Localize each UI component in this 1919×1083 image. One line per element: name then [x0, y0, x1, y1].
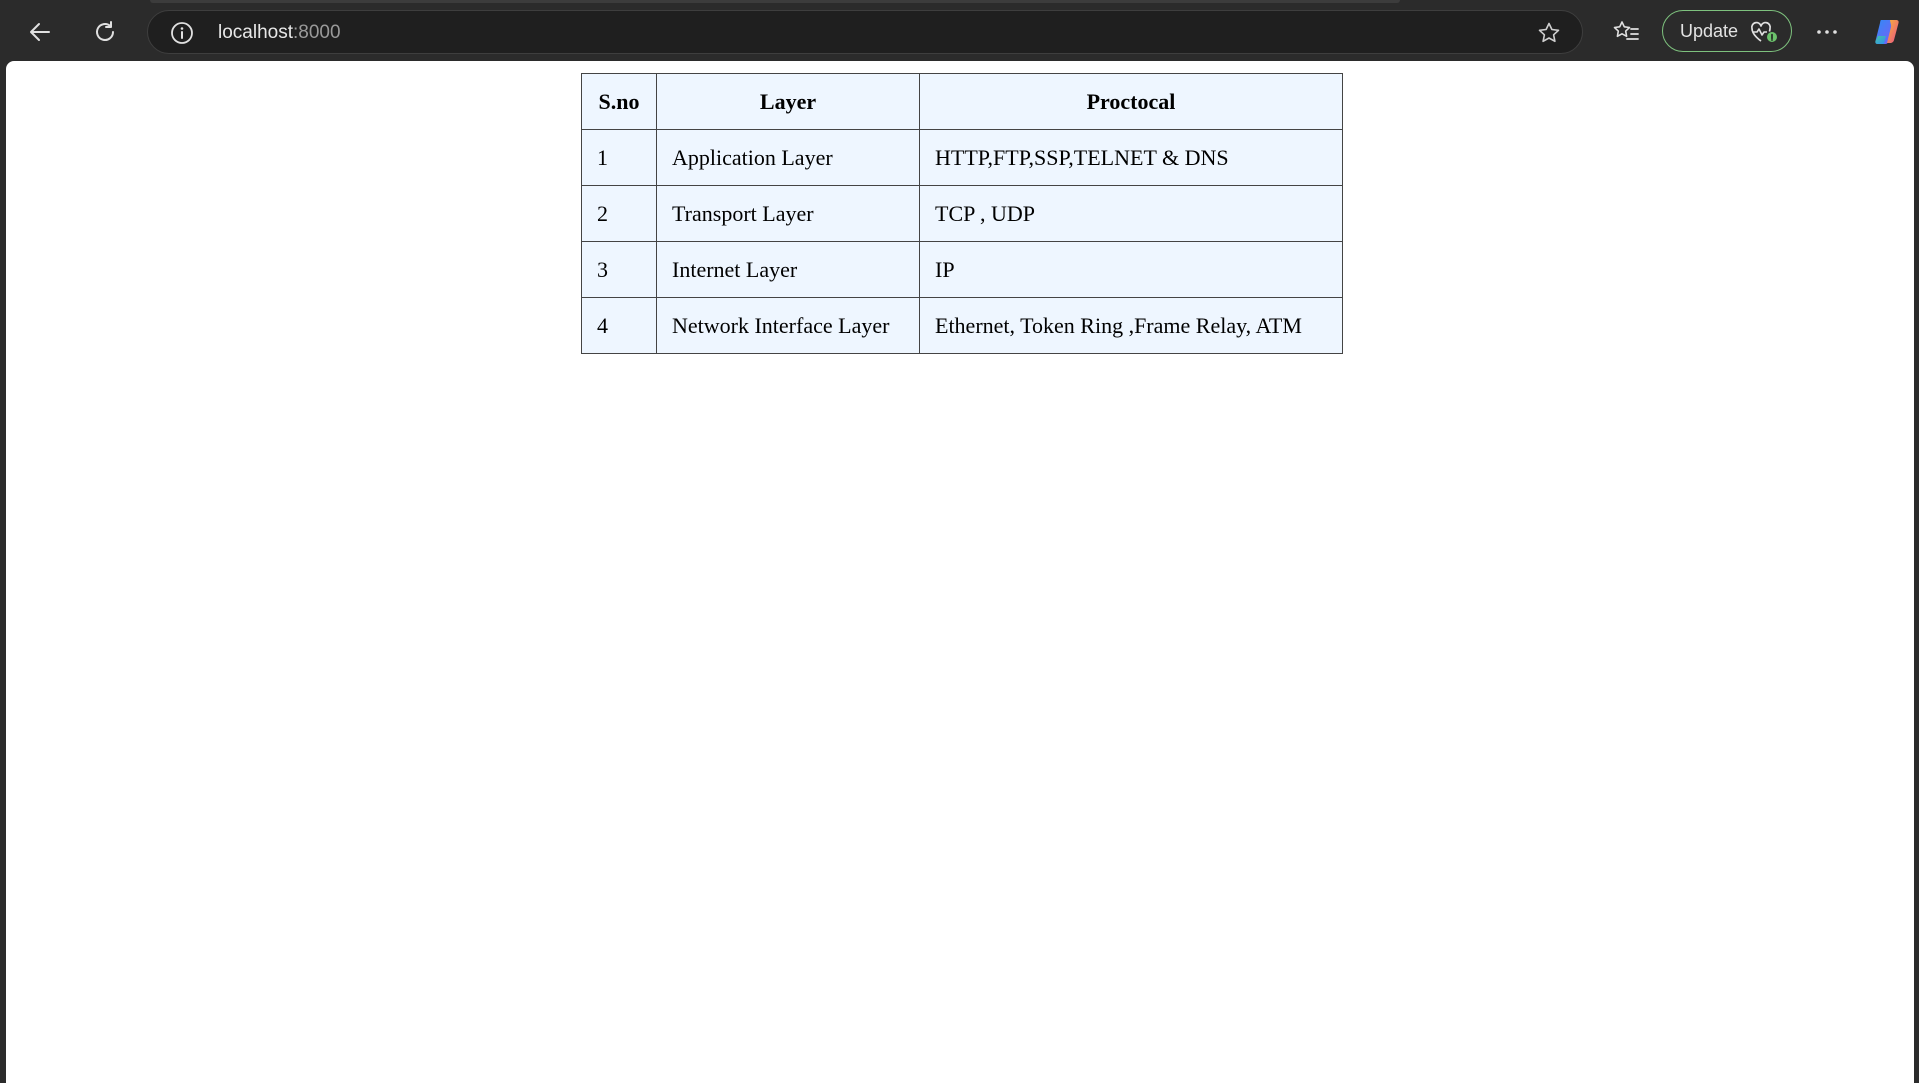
cell-protocol: HTTP,FTP,SSP,TELNET & DNS [919, 129, 1343, 186]
address-bar[interactable]: localhost:8000 [147, 10, 1583, 54]
info-icon[interactable] [170, 21, 194, 45]
cell-sno: 4 [581, 297, 657, 354]
page-viewport: S.no Layer Proctocal 1 Application Layer… [6, 61, 1914, 1083]
column-header-sno: S.no [581, 73, 657, 130]
back-arrow-icon [27, 19, 53, 45]
cell-layer: Transport Layer [656, 185, 920, 242]
copilot-button[interactable] [1866, 10, 1910, 54]
refresh-button[interactable] [83, 10, 127, 54]
url-text[interactable]: localhost:8000 [218, 22, 341, 44]
cell-protocol: Ethernet, Token Ring ,Frame Relay, ATM [919, 297, 1343, 354]
copilot-icon [1872, 16, 1904, 48]
url-port: :8000 [293, 22, 341, 43]
more-icon [1814, 19, 1840, 45]
table-row: 3 Internet Layer IP [581, 241, 1343, 298]
table-row: 2 Transport Layer TCP , UDP [581, 185, 1343, 242]
column-header-layer: Layer [656, 73, 920, 130]
cell-sno: 2 [581, 185, 657, 242]
cell-protocol: TCP , UDP [919, 185, 1343, 242]
table-row: 1 Application Layer HTTP,FTP,SSP,TELNET … [581, 129, 1343, 186]
cell-layer: Internet Layer [656, 241, 920, 298]
cell-sno: 1 [581, 129, 657, 186]
update-button[interactable]: Update [1662, 10, 1792, 52]
column-header-protocol: Proctocal [919, 73, 1343, 130]
health-icon [1749, 20, 1779, 48]
browser-toolbar: localhost:8000 Update [0, 0, 1919, 61]
tab-strip [150, 0, 1400, 3]
table-row: 4 Network Interface Layer Ethernet, Toke… [581, 297, 1343, 354]
cell-layer: Network Interface Layer [656, 297, 920, 354]
cell-layer: Application Layer [656, 129, 920, 186]
browser-window: localhost:8000 Update S.no Layer Proctoc… [0, 0, 1919, 1083]
star-icon[interactable] [1536, 20, 1562, 46]
protocol-table: S.no Layer Proctocal 1 Application Layer… [581, 73, 1343, 354]
cell-protocol: IP [919, 241, 1343, 298]
update-label: Update [1680, 21, 1739, 41]
favorites-button[interactable] [1604, 10, 1648, 54]
back-button[interactable] [18, 10, 62, 54]
table-header-row: S.no Layer Proctocal [581, 73, 1343, 130]
cell-sno: 3 [581, 241, 657, 298]
url-host: localhost [218, 22, 293, 43]
refresh-icon [92, 19, 118, 45]
favorites-icon [1612, 19, 1640, 45]
more-button[interactable] [1805, 10, 1849, 54]
